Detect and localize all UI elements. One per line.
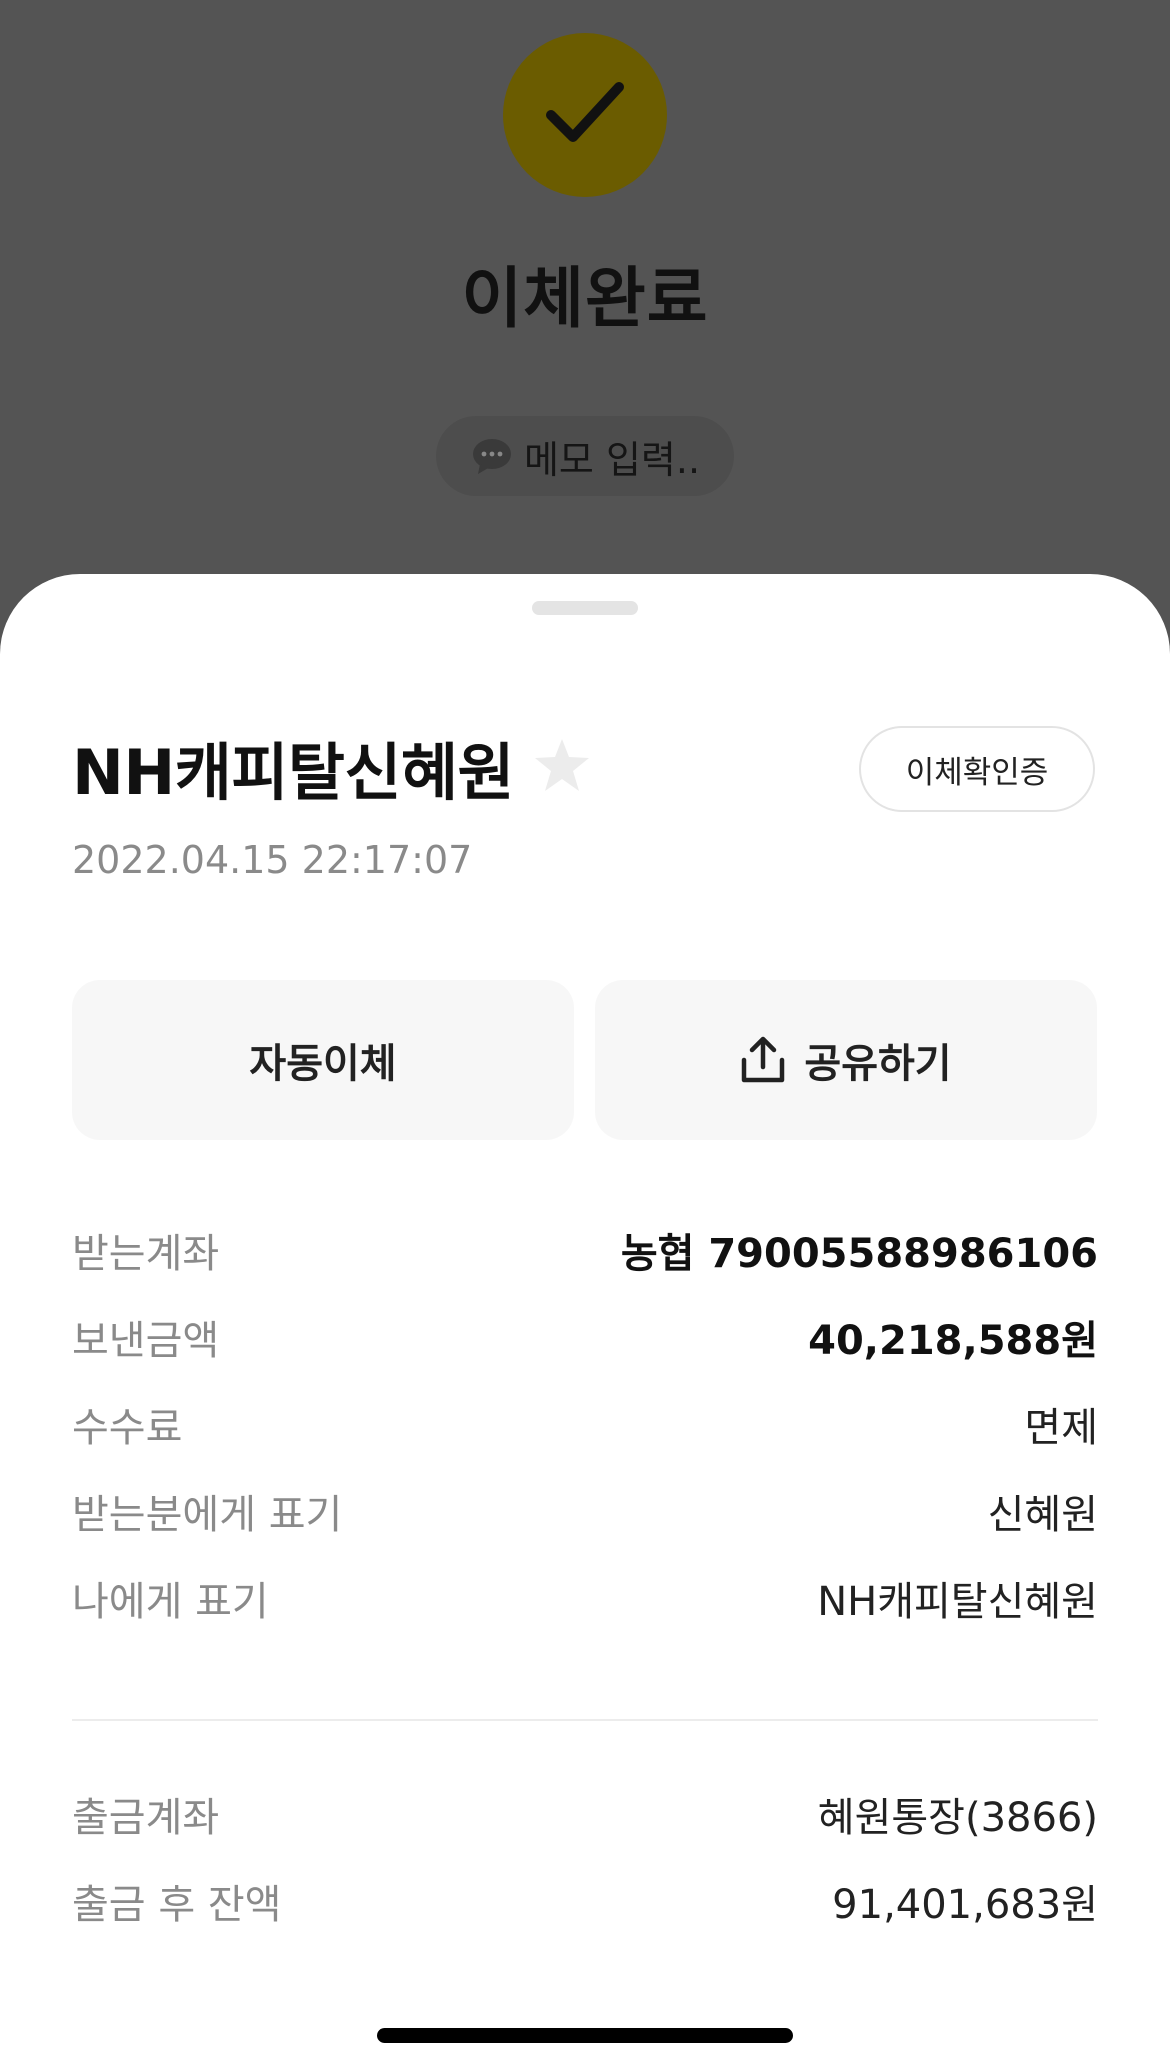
sheet-grabber[interactable]	[532, 601, 638, 615]
speech-bubble-icon	[472, 439, 511, 474]
transfer-certificate-button[interactable]: 이체확인증	[859, 726, 1095, 812]
detail-value: 40,218,588원	[808, 1318, 1098, 1364]
check-icon	[546, 82, 624, 142]
detail-label: 보낸금액	[72, 1318, 220, 1364]
detail-row-fee: 수수료 면제	[72, 1394, 1098, 1454]
memo-input-button[interactable]: 메모 입력..	[436, 416, 734, 496]
detail-label: 출금계좌	[72, 1795, 220, 1841]
transfer-datetime: 2022.04.15 22:17:07	[72, 838, 473, 882]
detail-label: 수수료	[72, 1405, 183, 1451]
detail-row-withdrawal-account: 출금계좌 혜원통장(3866)	[72, 1784, 1098, 1844]
detail-value: 91,401,683원	[832, 1882, 1098, 1928]
dimmed-background: 이체완료 메모 입력..	[0, 0, 1170, 600]
detail-value: 혜원통장(3866)	[817, 1795, 1098, 1841]
recipient-name: NH캐피탈신혜원	[72, 736, 515, 809]
share-upload-icon	[742, 1036, 785, 1083]
auto-transfer-button[interactable]: 자동이체	[72, 980, 574, 1140]
detail-label: 나에게 표기	[72, 1579, 269, 1625]
transfer-detail-sheet: NH캐피탈신혜원 이체확인증 2022.04.15 22:17:07 자동이체 …	[0, 574, 1170, 2068]
detail-value: 농협 79005588986106	[620, 1231, 1098, 1277]
memo-placeholder: 메모 입력..	[523, 437, 701, 482]
detail-value: 면제	[1024, 1405, 1098, 1451]
detail-value: NH캐피탈신혜원	[817, 1579, 1098, 1625]
detail-row-my-display: 나에게 표기 NH캐피탈신혜원	[72, 1568, 1098, 1628]
auto-transfer-label: 자동이체	[249, 1041, 397, 1087]
detail-row-balance-after: 출금 후 잔액 91,401,683원	[72, 1871, 1098, 1931]
share-label: 공유하기	[804, 1041, 952, 1087]
detail-label: 받는분에게 표기	[72, 1492, 343, 1538]
detail-row-recipient-display: 받는분에게 표기 신혜원	[72, 1481, 1098, 1541]
detail-row-receiving-account: 받는계좌 농협 79005588986106	[72, 1220, 1098, 1280]
detail-value: 신혜원	[987, 1492, 1098, 1538]
home-indicator	[377, 2028, 793, 2043]
detail-row-sent-amount: 보낸금액 40,218,588원	[72, 1307, 1098, 1367]
success-badge	[503, 33, 667, 197]
section-divider	[72, 1719, 1098, 1721]
page-title: 이체완료	[461, 260, 709, 337]
share-button[interactable]: 공유하기	[595, 980, 1097, 1140]
detail-label: 받는계좌	[72, 1231, 220, 1277]
detail-label: 출금 후 잔액	[72, 1882, 282, 1928]
star-icon[interactable]	[533, 737, 591, 793]
